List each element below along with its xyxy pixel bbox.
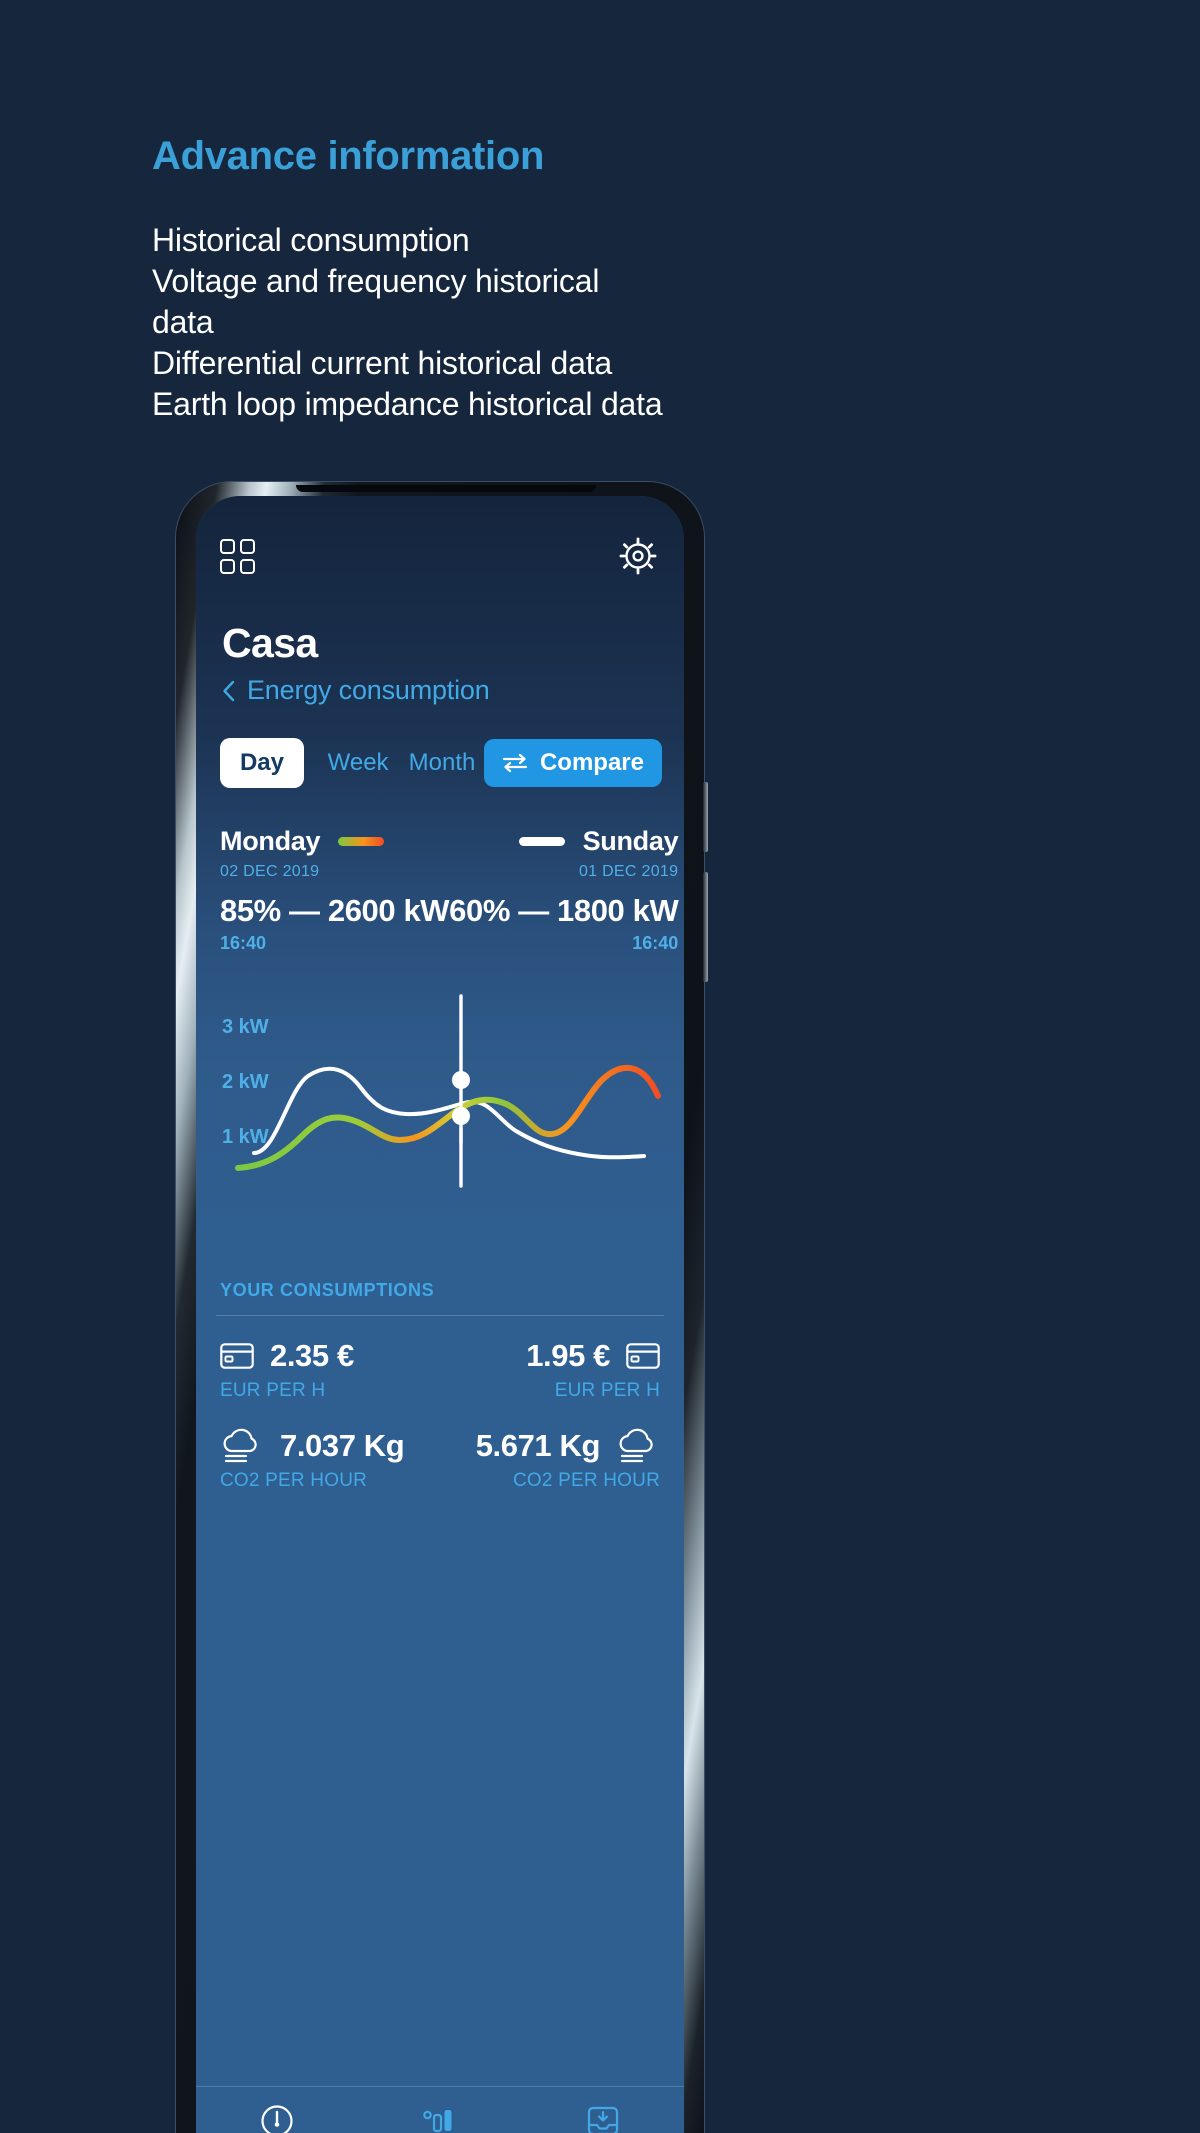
home-name: Casa xyxy=(222,620,318,666)
nav-item-dashboard[interactable]: Dashboard xyxy=(196,2103,359,2133)
cloud-icon xyxy=(223,1428,257,1463)
tab-day[interactable]: Day xyxy=(220,738,304,788)
grid-cell xyxy=(240,538,255,554)
tab-month[interactable]: Month xyxy=(400,738,484,788)
summary-left-head: Monday xyxy=(220,826,449,857)
bottom-navigation: Dashboard Insights xyxy=(196,2086,684,2133)
feature-line: Historical consumption xyxy=(152,222,470,258)
credit-card-icon xyxy=(220,1343,254,1369)
summary-right: Sunday 01 DEC 2019 60% — 1800 kW 16:40 xyxy=(449,826,679,954)
breadcrumb[interactable]: Energy consumption xyxy=(222,675,658,706)
cloud-icon xyxy=(619,1428,653,1463)
summary-right-value: 60% — 1800 kW xyxy=(449,893,679,928)
tab-week[interactable]: Week xyxy=(316,738,400,788)
summary-right-time: 16:40 xyxy=(632,933,679,953)
power-button xyxy=(703,872,708,982)
legend-swatch-compare xyxy=(518,837,565,846)
stat-eur-left-top: 2.35 € xyxy=(220,1338,354,1374)
page-title: Advance information xyxy=(152,134,545,178)
period-tabs: Day Week Month Compare xyxy=(196,738,684,788)
feature-list: Historical consumption Voltage and frequ… xyxy=(152,220,872,425)
marketing-copy: Advance information Historical consumpti… xyxy=(152,132,872,425)
app-topbar xyxy=(196,518,684,594)
breadcrumb-label[interactable]: Energy consumption xyxy=(247,675,490,706)
stat-row-co2: 7.037 Kg CO2 PER HOUR 5.671 Kg CO2 PER H… xyxy=(196,1428,684,1492)
summary-right-day: Sunday xyxy=(582,826,679,856)
stat-eur-left-caption: EUR PER H xyxy=(220,1380,326,1401)
stat-co2-left-caption: CO2 PER HOUR xyxy=(220,1470,368,1491)
summary-left-date: 02 DEC 2019 xyxy=(220,863,320,880)
grid-cell xyxy=(220,538,235,554)
stat-eur-right: 1.95 € EUR PER H xyxy=(526,1338,660,1402)
chart-cursor-dot-upper[interactable] xyxy=(452,1071,470,1089)
stat-co2-left-top: 7.037 Kg xyxy=(220,1428,405,1464)
inbox-download-icon xyxy=(587,2106,618,2133)
stat-co2-right-caption: CO2 PER HOUR xyxy=(512,1470,660,1491)
phone-earpiece xyxy=(296,485,596,492)
energy-app: Casa Energy consumption Day Week Month C… xyxy=(196,496,684,2133)
chevron-left-icon[interactable] xyxy=(222,680,235,702)
stat-eur-right-top: 1.95 € xyxy=(526,1338,660,1374)
stat-eur-left: 2.35 € EUR PER H xyxy=(220,1338,354,1402)
section-divider xyxy=(216,1315,664,1316)
credit-card-icon xyxy=(626,1343,660,1369)
summary-right-head: Sunday xyxy=(518,826,679,857)
stat-co2-right-value: 5.671 Kg xyxy=(475,1428,601,1463)
feature-line: Earth loop impedance historical data xyxy=(152,386,663,422)
grid-cell xyxy=(240,558,255,574)
section-label-consumptions: YOUR CONSUMPTIONS xyxy=(220,1280,435,1300)
chart-canvas xyxy=(235,994,661,1188)
stat-co2-right-top: 5.671 Kg xyxy=(476,1428,660,1464)
gauge-icon xyxy=(261,2105,293,2133)
summary-left: Monday 02 DEC 2019 85% — 2600 kW 16:40 xyxy=(220,826,450,954)
swap-arrows-icon xyxy=(502,753,528,773)
feature-line: Differential current historical data xyxy=(152,345,612,381)
compare-summary: Monday 02 DEC 2019 85% — 2600 kW 16:40 S… xyxy=(196,826,684,954)
legend-swatch-today xyxy=(338,837,385,846)
grid-cell xyxy=(220,558,235,574)
nav-item-insights[interactable]: Insights xyxy=(359,2103,522,2133)
phone-mockup: Casa Energy consumption Day Week Month C… xyxy=(176,482,708,2133)
volume-button xyxy=(703,782,708,852)
bar-chart-icon xyxy=(423,2110,452,2133)
phone-screen: Casa Energy consumption Day Week Month C… xyxy=(196,496,684,2133)
gear-icon[interactable] xyxy=(618,536,658,576)
summary-right-date: 01 DEC 2019 xyxy=(578,863,679,880)
nav-item-notifications[interactable]: Notifications xyxy=(521,2103,684,2133)
summary-left-day: Monday xyxy=(220,826,321,856)
status-bar xyxy=(196,496,684,518)
feature-line: data xyxy=(152,304,214,340)
stat-eur-left-value: 2.35 € xyxy=(270,1338,354,1373)
stat-co2-left: 7.037 Kg CO2 PER HOUR xyxy=(220,1428,405,1492)
compare-button[interactable]: Compare xyxy=(483,739,662,787)
stat-row-eur: 2.35 € EUR PER H 1.95 € EUR PER H xyxy=(196,1338,684,1402)
feature-line: Voltage and frequency historical xyxy=(152,263,600,299)
compare-button-label: Compare xyxy=(539,749,644,776)
consumption-chart[interactable]: 3 kW 2 kW 1 kW xyxy=(196,968,684,1218)
summary-left-value: 85% — 2600 kW xyxy=(220,893,450,928)
stat-eur-right-value: 1.95 € xyxy=(526,1338,610,1373)
stat-co2-left-value: 7.037 Kg xyxy=(280,1428,405,1463)
stat-eur-right-caption: EUR PER H xyxy=(554,1380,660,1401)
marketing-slide: Advance information Historical consumpti… xyxy=(0,0,1200,2133)
app-header: Casa Energy consumption xyxy=(196,594,684,706)
summary-left-time: 16:40 xyxy=(220,933,267,953)
chart-cursor-dot-lower[interactable] xyxy=(452,1107,470,1125)
grid-icon[interactable] xyxy=(220,538,255,574)
stat-co2-right: 5.671 Kg CO2 PER HOUR xyxy=(476,1428,660,1492)
